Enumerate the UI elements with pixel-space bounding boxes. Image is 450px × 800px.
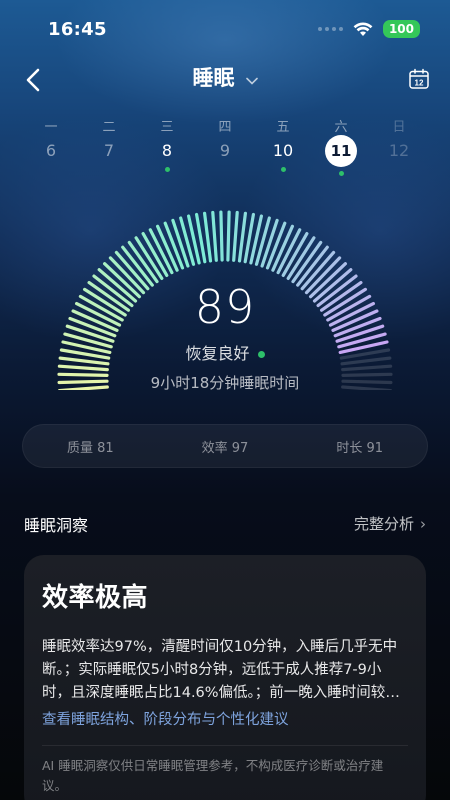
- status-bar: 16:45 100: [0, 0, 450, 56]
- status-time: 16:45: [48, 19, 107, 40]
- gauge-tick-filled: [226, 210, 231, 262]
- page-title-wrap[interactable]: 睡眠: [0, 62, 450, 92]
- gauge-tick-filled: [57, 364, 109, 372]
- dropdown-chevron-icon[interactable]: [245, 77, 258, 85]
- day-item[interactable]: 二7: [80, 116, 138, 182]
- insight-section-header: 睡眠洞察 完整分析 ›: [24, 512, 426, 535]
- gauge-tick-filled: [219, 210, 224, 262]
- gauge-tick-empty: [341, 364, 393, 372]
- metric-duration: 时长 91: [336, 440, 384, 456]
- calendar-icon-day: 12: [415, 78, 424, 87]
- week-selector: 一 6 二 7 三 8 四 9 五 10 六 11 日 12: [22, 116, 428, 182]
- insight-card[interactable]: 效率极高 睡眠效率达97%，清醒时间仅10分钟，入睡后几乎无中断。；实际睡眠仅5…: [24, 555, 426, 800]
- status-dot: [257, 351, 265, 358]
- insight-detail-link[interactable]: 查看睡眠结构、阶段分布与个性化建议: [42, 708, 408, 732]
- status-icons: 100: [317, 20, 420, 38]
- recovery-status: 恢复良好: [0, 340, 450, 364]
- day-item[interactable]: 四9: [196, 116, 254, 182]
- insight-section-title: 睡眠洞察: [24, 516, 89, 535]
- day-item[interactable]: 六 11: [312, 116, 370, 182]
- day-weekday: 六: [334, 120, 348, 135]
- page-title[interactable]: 睡眠: [192, 66, 234, 90]
- card-divider: [42, 745, 408, 746]
- calendar-icon[interactable]: 12: [408, 68, 430, 90]
- day-date[interactable]: 8: [138, 140, 196, 162]
- full-analysis-label[interactable]: 完整分析: [354, 515, 414, 533]
- day-item[interactable]: 一6: [22, 116, 80, 182]
- sleep-score: 89: [194, 280, 256, 334]
- day-date[interactable]: 12: [370, 140, 428, 162]
- day-weekday: 三: [160, 120, 174, 135]
- gauge-tick-filled: [211, 210, 218, 262]
- day-date[interactable]: 11: [325, 135, 357, 167]
- recovery-status-text: 恢复良好: [185, 344, 250, 363]
- day-weekday: 五: [276, 120, 290, 135]
- full-analysis-link[interactable]: 完整分析 ›: [354, 513, 426, 534]
- day-date[interactable]: 6: [22, 140, 80, 162]
- day-weekday: 二: [102, 120, 116, 135]
- day-weekday: 一: [44, 120, 58, 135]
- metrics-bar: 质量 81 效率 97 时长 91: [22, 424, 428, 468]
- insight-disclaimer: AI 睡眠洞察仅供日常睡眠管理参考，不构成医疗诊断或治疗建议。: [42, 758, 384, 793]
- day-weekday: 四: [218, 120, 232, 135]
- battery-indicator: 100: [382, 20, 420, 38]
- metric-efficiency: 效率 97: [201, 440, 249, 456]
- gauge-tick-filled: [232, 210, 239, 262]
- day-item[interactable]: 三8: [138, 116, 196, 182]
- metric-quality: 质量 81: [66, 440, 114, 456]
- day-item[interactable]: 日 12: [370, 116, 428, 182]
- wifi-icon: [353, 22, 373, 36]
- gauge-tick-filled: [237, 211, 247, 263]
- sleep-duration: 9小时18分钟睡眠时间: [150, 374, 300, 392]
- insight-card-title: 效率极高: [42, 583, 149, 613]
- insight-card-body: 睡眠效率达97%，清醒时间仅10分钟，入睡后几乎无中断。；实际睡眠仅5小时8分钟…: [42, 639, 398, 701]
- day-record-dot: [338, 171, 344, 176]
- day-record-dot: [164, 167, 170, 172]
- signal-dots-icon: [317, 27, 343, 31]
- day-item[interactable]: 五 10: [254, 116, 312, 182]
- chevron-right-icon[interactable]: ›: [420, 515, 426, 533]
- day-date[interactable]: 7: [80, 140, 138, 162]
- day-date[interactable]: 10: [254, 140, 312, 162]
- day-date[interactable]: 9: [196, 140, 254, 162]
- day-record-dot: [280, 167, 286, 172]
- gauge-tick-filled: [203, 211, 213, 263]
- day-weekday: 日: [392, 120, 406, 135]
